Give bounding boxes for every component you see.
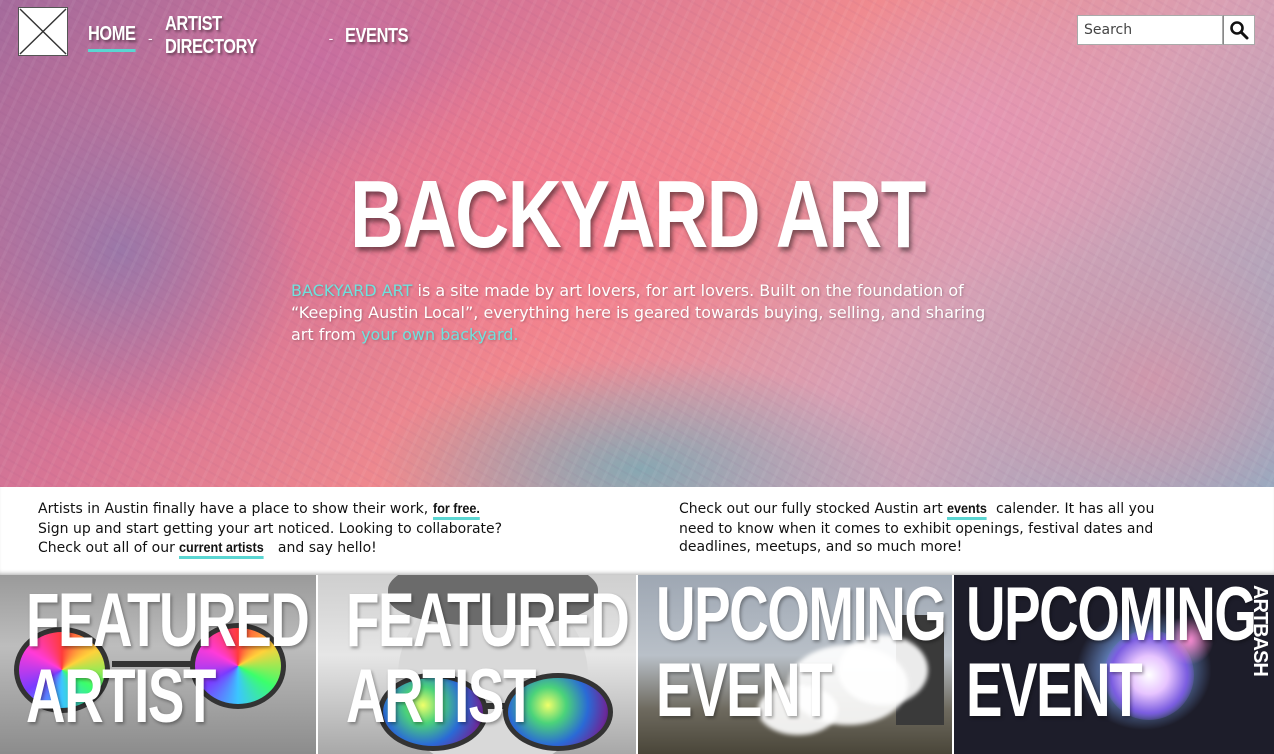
current-artists-link[interactable]: current artists [179,538,265,559]
events-info: Check out our fully stocked Austin art e… [679,499,1155,555]
tile-heading: FEATURED ARTIST [346,578,630,739]
tile-heading: UPCOMING EVENT [656,575,947,733]
search-icon [1230,21,1249,40]
nav-item-events[interactable]: EVENTS [345,25,409,51]
tile-heading: FEATURED ARTIST [26,578,310,739]
nav-separator: - [148,29,153,46]
artbash-tag: ARTBASH [1249,585,1271,676]
logo-icon[interactable] [18,7,68,56]
hero-description: BACKYARD ART is a site made by art lover… [291,280,991,346]
your-backyard-link[interactable]: your own backyard. [361,325,518,344]
events-link[interactable]: events [947,499,988,520]
nav-item-home[interactable]: HOME [88,23,136,52]
search-bar [1077,15,1255,45]
featured-artist-tile-2[interactable]: FEATURED ARTIST [318,575,638,754]
search-input[interactable] [1077,15,1223,45]
featured-artist-tile-1[interactable]: FEATURED ARTIST [0,575,318,754]
info-line: Check out all of our current artists and… [38,538,558,559]
page-title: BACKYARD ART [349,161,926,268]
tile-heading: UPCOMING EVENT [966,575,1257,733]
brand-name: BACKYARD ART [291,281,413,300]
hero-banner: HOME - ARTIST DIRECTORY - EVENTS BACKYAR… [0,0,1274,487]
artists-info: Artists in Austin finally have a place t… [38,499,558,559]
upcoming-event-tile-1[interactable]: UPCOMING EVENT [638,575,954,754]
info-line: Artists in Austin finally have a place t… [38,499,558,520]
nav-item-artist-directory[interactable]: ARTIST DIRECTORY [165,13,293,62]
info-line: Sign up and start getting your art notic… [38,521,503,537]
upcoming-event-tile-2[interactable]: UPCOMING EVENT ARTBASH [954,575,1274,754]
search-button[interactable] [1223,15,1255,45]
info-strip: Artists in Austin finally have a place t… [0,487,1274,575]
feature-tiles: FEATURED ARTIST FEATURED ARTIST UPCOMING… [0,575,1274,754]
main-nav: HOME - ARTIST DIRECTORY - EVENTS [88,13,415,62]
for-free-link[interactable]: for free. [432,499,480,520]
nav-separator: - [328,29,334,46]
